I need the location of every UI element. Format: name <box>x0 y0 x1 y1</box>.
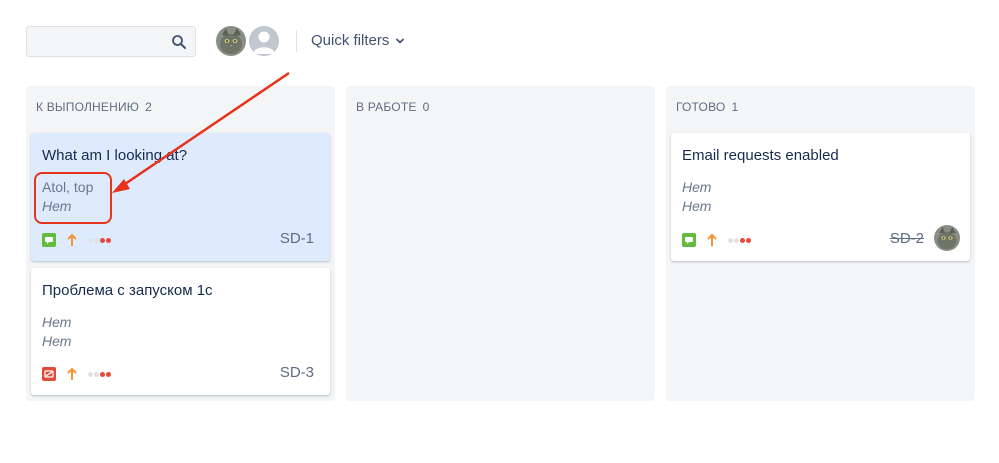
column-todo: К ВЫПОЛНЕНИЮ 2 What am I looking at? Ato… <box>26 86 335 401</box>
unassigned-avatar[interactable] <box>247 24 281 58</box>
column-in-progress: В РАБОТЕ 0 <box>346 86 655 401</box>
issue-card-sd-2[interactable]: Email requests enabled Нет Нет SD-2 <box>671 133 970 261</box>
column-count: 0 <box>422 100 430 114</box>
issue-key[interactable]: SD-3 <box>280 364 314 381</box>
column-title: К ВЫПОЛНЕНИЮ <box>36 100 140 114</box>
search-input[interactable] <box>27 27 167 56</box>
priority-high-arrow-icon <box>67 233 77 246</box>
issue-key[interactable]: SD-2 <box>890 230 924 247</box>
column-title: ГОТОВО <box>676 100 726 114</box>
card-title: What am I looking at? <box>42 147 188 164</box>
assignee-avatar[interactable] <box>934 225 960 251</box>
search-box[interactable] <box>26 26 196 57</box>
card-field-2: Нет <box>682 198 712 214</box>
quick-filters-label: Quick filters <box>311 32 390 49</box>
card-footer <box>42 233 111 247</box>
quick-filters-dropdown[interactable]: Quick filters <box>311 32 405 49</box>
search-icon[interactable] <box>171 34 187 50</box>
column-title: В РАБОТЕ <box>356 100 417 114</box>
column-header: К ВЫПОЛНЕНИЮ 2 <box>36 100 152 114</box>
estimate-dots-icon <box>88 237 111 243</box>
column-count: 2 <box>145 100 153 114</box>
card-field-1: Atol, top <box>42 179 94 195</box>
issue-card-sd-1[interactable]: What am I looking at? Atol, top Нет SD-1 <box>31 133 330 261</box>
cat-photo-avatar-icon <box>216 26 246 56</box>
chevron-down-icon <box>396 38 405 43</box>
issue-card-sd-3[interactable]: Проблема с запуском 1с Нет Нет SD-3 <box>31 268 330 395</box>
person-placeholder-icon <box>249 26 279 56</box>
card-field-1: Нет <box>682 179 712 195</box>
service-request-icon <box>42 233 56 247</box>
priority-high-arrow-icon <box>707 233 717 246</box>
card-field-2: Нет <box>42 333 72 349</box>
estimate-dots-icon <box>728 237 751 243</box>
card-field-2: Нет <box>42 198 72 214</box>
column-done: ГОТОВО 1 Email requests enabled Нет Нет … <box>666 86 975 401</box>
card-footer <box>42 367 111 381</box>
cat-photo-avatar-icon <box>934 225 960 251</box>
card-title: Проблема с запуском 1с <box>42 282 213 299</box>
column-header: В РАБОТЕ 0 <box>356 100 429 114</box>
card-field-1: Нет <box>42 314 72 330</box>
card-footer <box>682 233 751 247</box>
incident-icon <box>42 367 56 381</box>
user-avatar-cat[interactable] <box>214 24 248 58</box>
column-header: ГОТОВО 1 <box>676 100 738 114</box>
column-count: 1 <box>731 100 739 114</box>
board-toolbar: Quick filters <box>0 0 999 80</box>
toolbar-divider <box>296 30 297 52</box>
estimate-dots-icon <box>88 371 111 377</box>
priority-high-arrow-icon <box>67 367 77 380</box>
issue-key[interactable]: SD-1 <box>280 230 314 247</box>
card-title: Email requests enabled <box>682 147 839 164</box>
service-request-icon <box>682 233 696 247</box>
